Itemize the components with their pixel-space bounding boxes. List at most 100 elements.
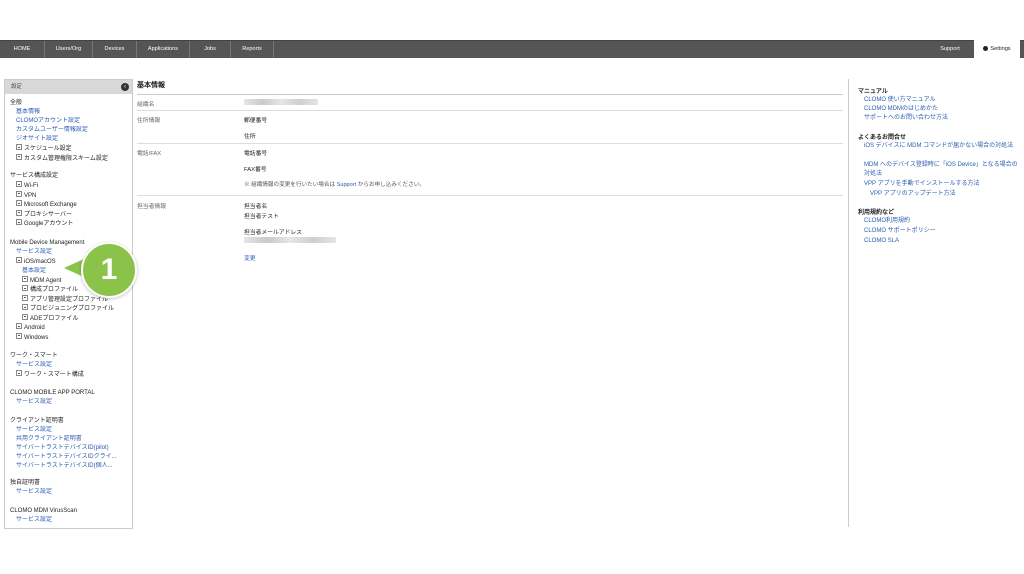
nav-reports[interactable]: Reports bbox=[231, 41, 274, 58]
sidebar-item-schedule[interactable]: スケジュール設定 bbox=[10, 144, 130, 154]
sidebar-item-label: VPN bbox=[24, 192, 37, 199]
expand-icon bbox=[16, 209, 22, 216]
sidebar-group-title: クライアント証明書 bbox=[10, 418, 64, 424]
org-name-value-redacted bbox=[244, 99, 318, 105]
expand-icon bbox=[16, 144, 22, 150]
expand-icon bbox=[16, 153, 22, 160]
sidebar-group-title: CLOMO MOBILE APP PORTAL bbox=[10, 390, 95, 396]
sidebar-item-google-account[interactable]: Googleアカウント bbox=[10, 219, 130, 229]
sidebar-item-android[interactable]: Android bbox=[10, 323, 130, 333]
sidebar-item-provisioning-profile[interactable]: プロビジョニングプロファイル bbox=[10, 304, 130, 314]
faq-title: よくあるお問合せ bbox=[858, 135, 907, 141]
sidebar-item-basic-info[interactable]: 基本情報 bbox=[10, 108, 130, 117]
nav-devices[interactable]: Devices bbox=[93, 41, 137, 58]
nav-jobs[interactable]: Jobs bbox=[190, 41, 231, 58]
sidebar-group-service: サービス構成設定 Wi-Fi VPN Microsoft Exchange プロ… bbox=[10, 172, 130, 229]
sidebar-item-shared-client-cert[interactable]: 共用クライアント証明書 bbox=[10, 435, 130, 444]
sidebar-group-portal: CLOMO MOBILE APP PORTAL サービス設定 bbox=[10, 389, 130, 407]
sidebar-item-label: Microsoft Exchange bbox=[24, 202, 77, 208]
main-content: 基本情報 組織名 住所情報 郵便番号 住所 電話/FAX 電話番号 FAX番号 … bbox=[137, 80, 843, 262]
sidebar-item-label: Wi-Fi bbox=[24, 183, 38, 189]
top-nav-bar: HOME Users/Org Devices Applications Jobs… bbox=[0, 40, 1024, 58]
main-nav: HOME Users/Org Devices Applications Jobs… bbox=[0, 41, 274, 58]
settings-sidebar: 設定 ‹ 全般 基本情報 CLOMOアカウント設定 カスタムユーザー情報設定 ジ… bbox=[4, 79, 133, 529]
gear-icon bbox=[983, 45, 989, 51]
sidebar-item-label: プロキシサーバー bbox=[24, 211, 72, 218]
sidebar-item-label: iOS/macOS bbox=[24, 259, 56, 265]
sidebar-item-wifi[interactable]: Wi-Fi bbox=[10, 181, 130, 191]
org-name-label: 組織名 bbox=[137, 102, 155, 108]
contact-email-value-redacted bbox=[244, 237, 336, 243]
terms-link-sla[interactable]: CLOMO SLA bbox=[864, 237, 1019, 246]
page-title: 基本情報 bbox=[137, 80, 843, 95]
nav-settings-tab[interactable]: Settings bbox=[974, 40, 1020, 58]
collapse-sidebar-icon[interactable]: ‹ bbox=[121, 83, 129, 91]
sidebar-item-clomo-account[interactable]: CLOMOアカウント設定 bbox=[10, 117, 130, 126]
sidebar-item-geosite[interactable]: ジオサイト設定 bbox=[10, 135, 130, 144]
faq-link-vpp-install[interactable]: VPP アプリを手動でインストールする方法 bbox=[864, 180, 1019, 189]
sidebar-item-proxy[interactable]: プロキシサーバー bbox=[10, 209, 130, 220]
help-panel: マニュアル CLOMO 使い方マニュアル CLOMO MDMのはじめかた サポー… bbox=[848, 79, 1021, 527]
terms-link-tos[interactable]: CLOMO利用規約 bbox=[864, 217, 1019, 226]
sidebar-item-cybertrust-client[interactable]: サイバートラストデバイスIDクライ... bbox=[10, 453, 130, 462]
manual-link-getting-started[interactable]: CLOMO MDMのはじめかた bbox=[864, 105, 1019, 114]
sidebar-group-general: 全般 基本情報 CLOMOアカウント設定 カスタムユーザー情報設定 ジオサイト設… bbox=[10, 99, 130, 163]
contact-email-label: 担当者メールアドレス bbox=[244, 230, 302, 236]
sidebar-item-client-service[interactable]: サービス設定 bbox=[10, 426, 130, 435]
sidebar-item-cybertrust-pilot[interactable]: サイバートラストデバイスID(pilot) bbox=[10, 444, 130, 453]
address-label: 住所情報 bbox=[137, 118, 161, 124]
divider bbox=[137, 195, 843, 196]
contact-info-label: 担当者情報 bbox=[137, 204, 166, 210]
nav-users-org[interactable]: Users/Org bbox=[45, 41, 93, 58]
postal-code-label: 郵便番号 bbox=[244, 118, 268, 124]
address-field-label: 住所 bbox=[244, 134, 256, 140]
terms-link-support-policy[interactable]: CLOMO サポートポリシー bbox=[864, 227, 1019, 236]
sidebar-header-label: 設定 bbox=[11, 84, 22, 90]
sidebar-group-title: ワーク・スマート bbox=[10, 353, 58, 359]
change-link[interactable]: 変更 bbox=[244, 253, 256, 262]
expand-icon bbox=[16, 200, 22, 206]
faq-link-vpp-update[interactable]: VPP アプリのアップデート方法 bbox=[870, 190, 1024, 199]
sidebar-item-virus-service[interactable]: サービス設定 bbox=[10, 516, 130, 525]
note-suffix: からお申し込みください。 bbox=[356, 182, 425, 188]
sidebar-header: 設定 ‹ bbox=[5, 80, 132, 94]
sidebar-item-cybertrust-personal[interactable]: サイバートラストデバイスID(個人... bbox=[10, 462, 130, 471]
sidebar-item-custom-user-info[interactable]: カスタムユーザー情報設定 bbox=[10, 126, 130, 135]
sidebar-group-work-smart: ワーク・スマート サービス設定 ワーク・スマート構成 bbox=[10, 352, 130, 380]
terms-title: 利用規約など bbox=[858, 210, 895, 216]
sidebar-item-work-config[interactable]: ワーク・スマート構成 bbox=[10, 370, 130, 380]
sidebar-item-vpn[interactable]: VPN bbox=[10, 190, 130, 201]
sidebar-item-label: 構成プロファイル bbox=[30, 287, 79, 293]
sidebar-item-exchange[interactable]: Microsoft Exchange bbox=[10, 200, 130, 210]
expand-icon bbox=[16, 332, 22, 339]
sidebar-item-own-service[interactable]: サービス設定 bbox=[10, 488, 130, 497]
nav-home[interactable]: HOME bbox=[0, 41, 45, 58]
sidebar-item-label: アプリ管理設定プロファイル bbox=[30, 296, 109, 303]
sidebar-item-label: Windows bbox=[24, 334, 49, 341]
sidebar-item-custom-permission[interactable]: カスタム管理権限スキーム設定 bbox=[10, 153, 130, 164]
nav-applications[interactable]: Applications bbox=[137, 41, 190, 58]
manual-link-support-contact[interactable]: サポートへのお問い合わせ方法 bbox=[864, 114, 1019, 123]
faq-link-ios-device[interactable]: MDM へのデバイス登録時に「iOS Device」となる場合の対処法 bbox=[864, 161, 1019, 178]
divider bbox=[137, 110, 843, 111]
sidebar-item-windows[interactable]: Windows bbox=[10, 332, 130, 343]
sidebar-group-client-cert: クライアント証明書 サービス設定 共用クライアント証明書 サイバートラストデバイ… bbox=[10, 417, 130, 471]
step-number-callout: 1 bbox=[81, 242, 137, 298]
sidebar-item-work-service[interactable]: サービス設定 bbox=[10, 361, 130, 370]
sidebar-item-label: スケジュール設定 bbox=[24, 146, 72, 152]
support-link[interactable]: Support bbox=[337, 182, 357, 188]
faq-link-mdm-command[interactable]: iOS デバイスに MDM コマンドが届かない場合の対処法 bbox=[864, 142, 1019, 151]
contact-name-label: 担当者名 bbox=[244, 204, 268, 210]
sidebar-group-title: CLOMO MDM VirusScan bbox=[10, 508, 77, 514]
manual-link-usage[interactable]: CLOMO 使い方マニュアル bbox=[864, 96, 1019, 105]
expand-icon bbox=[22, 285, 28, 291]
sidebar-item-label: カスタム管理権限スキーム設定 bbox=[24, 155, 108, 162]
sidebar-group-own-cert: 独自証明書 サービス設定 bbox=[10, 479, 130, 497]
fax-number-label: FAX番号 bbox=[244, 167, 267, 173]
divider bbox=[137, 143, 843, 144]
nav-support[interactable]: Support bbox=[930, 41, 970, 58]
sidebar-item-ade-profile[interactable]: ADEプロファイル bbox=[10, 313, 130, 324]
sidebar-group-title: サービス構成設定 bbox=[10, 173, 59, 179]
sidebar-item-label: Android bbox=[24, 325, 45, 331]
sidebar-item-portal-service[interactable]: サービス設定 bbox=[10, 398, 130, 407]
